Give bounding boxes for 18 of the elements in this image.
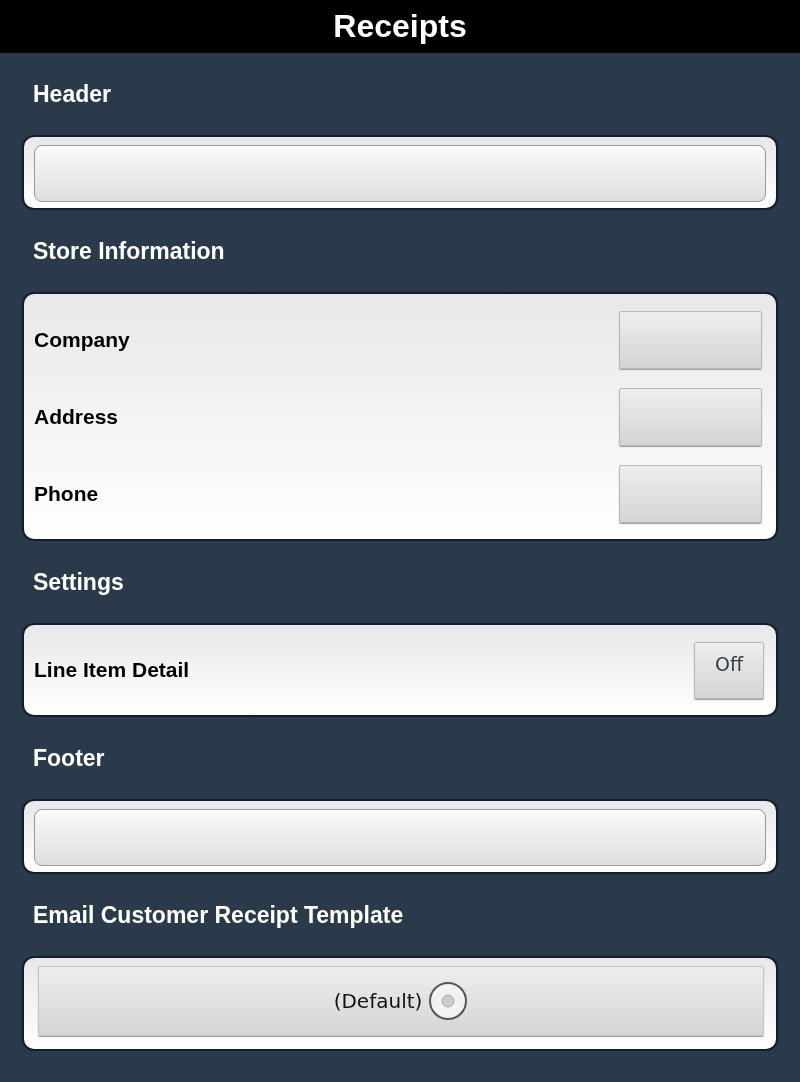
value-button[interactable]	[619, 310, 762, 369]
setting-label: Line Item Detail	[34, 658, 190, 682]
field-label: Phone	[34, 481, 99, 506]
field-label: Address	[34, 404, 119, 429]
section-heading: Email Customer Receipt Template	[33, 901, 404, 929]
section-heading: Store Information	[33, 237, 225, 265]
input-field[interactable]	[34, 809, 766, 866]
field-label: Company	[34, 327, 130, 352]
section-heading: Header	[33, 80, 111, 108]
section-heading: Footer	[33, 744, 105, 772]
template-button[interactable]: (Default)	[38, 966, 764, 1036]
toggle-button[interactable]: Off	[694, 641, 764, 699]
value-button[interactable]	[619, 464, 762, 523]
value-button[interactable]	[619, 387, 762, 446]
radio-icon[interactable]	[428, 981, 469, 1021]
section-heading: Settings	[33, 568, 124, 596]
input-field[interactable]	[34, 145, 766, 202]
window-title: Receipts	[0, 0, 800, 53]
